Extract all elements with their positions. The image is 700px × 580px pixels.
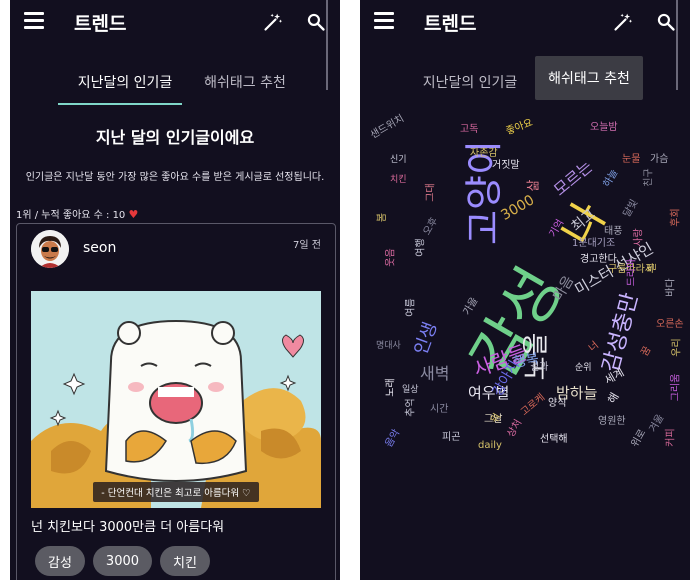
tag-chips: 감성 3000 치킨: [35, 546, 210, 576]
word-cloud-term[interactable]: 커피: [662, 428, 677, 446]
word-cloud-term[interactable]: 명대사: [376, 338, 401, 351]
word-cloud-term[interactable]: 고독: [460, 120, 478, 135]
app-bar: 트렌드: [10, 0, 340, 44]
post-title[interactable]: 넌 치킨보다 3000만큼 더 아름다워: [31, 516, 224, 535]
word-cloud-term[interactable]: 신기: [390, 152, 407, 165]
menu-icon[interactable]: [374, 12, 394, 30]
avatar[interactable]: [31, 230, 69, 268]
post-time: 7일 전: [293, 240, 321, 251]
word-cloud-term[interactable]: 바다: [662, 278, 677, 296]
word-cloud-term[interactable]: 후회: [667, 208, 682, 226]
post-username[interactable]: seon: [83, 240, 116, 256]
word-cloud-term[interactable]: 오후: [418, 214, 441, 237]
tab-popular-posts[interactable]: 지난달의 인기글: [60, 60, 190, 104]
word-cloud-term[interactable]: 눈물: [622, 150, 640, 165]
word-cloud-term[interactable]: 샌드위치: [367, 110, 406, 141]
tab-bar: 지난달의 인기글 해쉬태그 추천: [10, 60, 340, 105]
word-cloud-term[interactable]: 삶: [522, 180, 541, 192]
word-cloud-term[interactable]: 여름: [402, 298, 417, 316]
word-cloud-term[interactable]: 거짓말: [492, 156, 520, 171]
word-cloud-term[interactable]: 꿈: [636, 343, 653, 358]
word-cloud-term[interactable]: 인생: [407, 318, 443, 358]
word-cloud-term[interactable]: 시간: [430, 400, 448, 415]
tag-chip[interactable]: 치킨: [160, 546, 210, 576]
rank-info: 1위 / 누적 좋아요 수 : 10 ♥: [16, 206, 138, 221]
tab-hashtag-recommend[interactable]: 해쉬태그 추천: [190, 60, 300, 104]
hashtag-recommend-screen: 트렌드 지난달의 인기글 해쉬태그 추천 감성 고양이 나 노을 감성충만 사람들 인생 모르…: [360, 0, 690, 580]
word-cloud-term[interactable]: 선택해: [540, 430, 568, 445]
word-cloud-term[interactable]: 오늘밤: [590, 118, 618, 133]
word-cloud-term[interactable]: 좋아요: [503, 114, 535, 137]
heart-icon: ♥: [128, 208, 139, 221]
word-cloud-term[interactable]: 영원한: [598, 412, 626, 427]
word-cloud-term[interactable]: 위로: [626, 426, 649, 449]
word-cloud-term[interactable]: daily: [478, 440, 502, 451]
magic-wand-icon[interactable]: [613, 12, 633, 32]
word-cloud-term[interactable]: 추억: [402, 398, 417, 416]
word-cloud-term[interactable]: 순위: [575, 360, 592, 373]
active-tab-indicator: [58, 103, 182, 105]
word-cloud-term[interactable]: 오른손: [656, 315, 684, 330]
word-cloud-term[interactable]: 여행: [412, 238, 427, 256]
word-cloud-term[interactable]: 일상: [402, 382, 419, 395]
word-cloud-term[interactable]: 우리: [668, 338, 683, 356]
app-bar: 트렌드: [360, 0, 690, 44]
menu-icon[interactable]: [24, 12, 44, 30]
word-cloud-term[interactable]: 드라마: [622, 259, 637, 287]
hashtag-word-cloud: 감성 고양이 나 노을 감성충만 사람들 인생 모르는 미스터 선샤인 새벽 여우별 밤하늘 행복 강아지…: [360, 110, 690, 580]
word-cloud-term[interactable]: 가슴: [650, 150, 668, 165]
word-cloud-term[interactable]: 친구: [640, 168, 655, 186]
post-illustration: [31, 291, 321, 508]
post-card[interactable]: seon 7일 전 - 단언컨대 치킨은 최고로 아름다워 ♡ 넌 치킨보다 3…: [16, 223, 336, 580]
word-cloud-term[interactable]: 감성충만: [593, 289, 645, 375]
post-image[interactable]: - 단언컨대 치킨은 최고로 아름다워 ♡: [31, 291, 321, 508]
tab-popular-posts[interactable]: 지난달의 인기글: [410, 60, 530, 104]
word-cloud-term[interactable]: 봄: [373, 213, 388, 222]
word-cloud-term[interactable]: 태풍: [604, 222, 622, 237]
popular-posts-screen: 트렌드 지난달의 인기글 해쉬태그 추천 지난 달의 인기글이에요 인기글은 지…: [10, 0, 340, 580]
word-cloud-term[interactable]: 고로케: [516, 389, 547, 418]
word-cloud-term[interactable]: 그대: [422, 183, 437, 201]
word-cloud-term[interactable]: 피곤: [442, 428, 460, 443]
section-heading: 지난 달의 인기글이에요: [95, 128, 255, 147]
image-caption-text: - 단언컨대 치킨은 최고로 아름다워 ♡: [93, 482, 259, 502]
image-caption: - 단언컨대 치킨은 최고로 아름다워 ♡: [31, 481, 321, 502]
word-cloud-term[interactable]: 양식: [548, 394, 566, 409]
section-description: 인기글은 지난달 동안 가장 많은 좋아요 수를 받은 게시글로 선정됩니다.: [25, 172, 325, 183]
magic-wand-icon[interactable]: [263, 12, 283, 32]
word-cloud-term[interactable]: 결과: [530, 358, 548, 373]
tab-bar: 지난달의 인기글 해쉬태그 추천: [360, 56, 690, 104]
word-cloud-term[interactable]: 별: [643, 263, 658, 272]
word-cloud-term[interactable]: 상처: [502, 416, 525, 439]
word-cloud-term[interactable]: 노래: [382, 378, 397, 396]
tab-hashtag-recommend[interactable]: 해쉬태그 추천: [535, 56, 643, 100]
word-cloud-term[interactable]: 치킨: [390, 172, 407, 185]
word-cloud-term[interactable]: 새벽: [420, 360, 449, 384]
search-icon[interactable]: [656, 12, 676, 32]
avatar-illustration: [31, 230, 69, 268]
search-icon[interactable]: [306, 12, 326, 32]
word-cloud-term[interactable]: 음악: [380, 426, 403, 449]
word-cloud-term[interactable]: 웃음: [382, 248, 397, 266]
word-cloud-term[interactable]: 하늘: [598, 166, 621, 189]
word-cloud-term[interactable]: 달빛: [618, 196, 641, 219]
word-cloud-term[interactable]: 그리움: [666, 374, 681, 402]
tag-chip[interactable]: 3000: [92, 546, 153, 576]
app-title: 트렌드: [74, 13, 127, 35]
word-cloud-term[interactable]: 사랑: [630, 228, 645, 246]
rank-text: 1위 / 누적 좋아요 수 : 10: [16, 210, 126, 221]
word-cloud-term[interactable]: 해: [604, 390, 623, 407]
tag-chip[interactable]: 감성: [35, 546, 85, 576]
app-title: 트렌드: [424, 13, 477, 35]
